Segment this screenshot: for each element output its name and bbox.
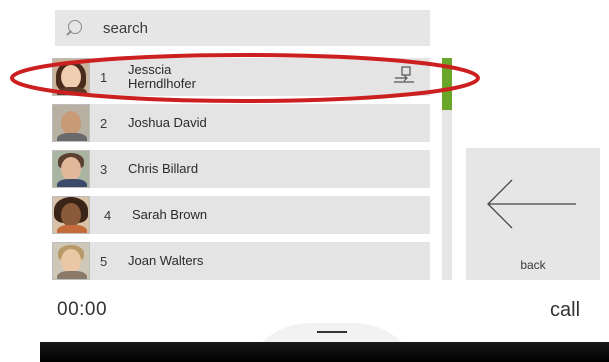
contact-name: Sarah Brown (132, 207, 208, 222)
contact-name: Jesscia Herndlhofer (128, 63, 196, 91)
contact-name-line2: Herndlhofer (128, 76, 196, 91)
contact-row-5[interactable]: 5 Joan Walters (52, 242, 430, 280)
device-bezel (40, 342, 609, 362)
contact-name-line1: Jesscia (128, 62, 172, 77)
pull-up-handle[interactable] (262, 322, 402, 342)
contact-row-1[interactable]: 1 Jesscia Herndlhofer (52, 58, 430, 96)
voicemail-transfer-icon[interactable] (392, 66, 416, 84)
search-input[interactable]: search (103, 20, 148, 37)
call-button[interactable]: call (550, 299, 580, 322)
contact-number: 5 (100, 253, 108, 269)
contact-number: 3 (100, 161, 108, 177)
search-bar[interactable]: search (55, 10, 430, 46)
scrollbar-thumb[interactable] (442, 58, 452, 110)
contact-name: Chris Billard (128, 161, 199, 176)
contact-number: 4 (104, 207, 112, 223)
arrow-left-icon (487, 179, 576, 229)
call-timer: 00:00 (57, 299, 108, 320)
avatar (52, 58, 90, 96)
contact-row-4[interactable]: 4 Sarah Brown (52, 196, 430, 234)
back-button[interactable]: back (466, 148, 600, 280)
contact-number: 2 (100, 115, 108, 131)
contact-name: Joan Walters (128, 253, 204, 268)
back-label: back (520, 258, 546, 272)
search-icon (65, 17, 87, 39)
contact-row-3[interactable]: 3 Chris Billard (52, 150, 430, 188)
avatar (52, 104, 90, 142)
contact-name: Joshua David (128, 115, 207, 130)
contact-list: 1 Jesscia Herndlhofer 2 Joshua David 3 C… (52, 58, 430, 288)
contact-number: 1 (100, 69, 108, 85)
scrollbar[interactable] (442, 58, 452, 280)
avatar (52, 150, 90, 188)
avatar (52, 242, 90, 280)
contact-row-2[interactable]: 2 Joshua David (52, 104, 430, 142)
avatar (52, 196, 90, 234)
